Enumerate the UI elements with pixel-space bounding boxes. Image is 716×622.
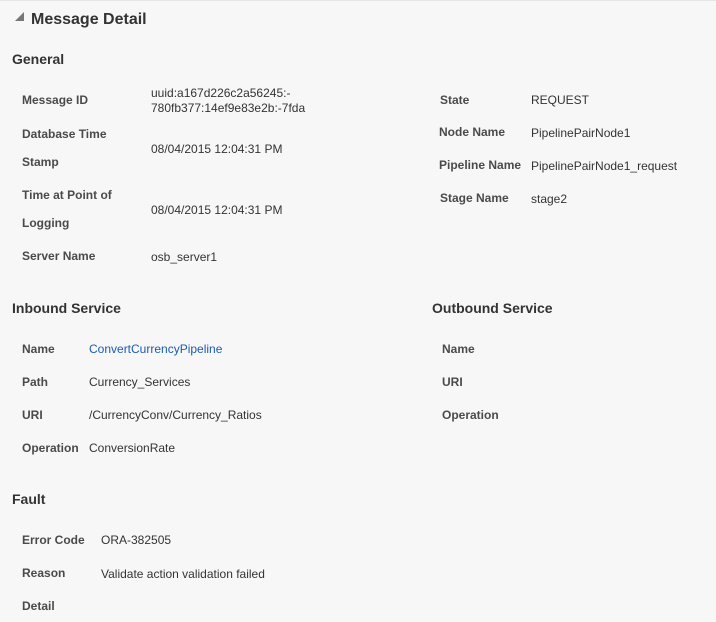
database-time-stamp-value: 08/04/2015 12:04:31 PM	[151, 142, 283, 156]
outbound-name-label: Name	[442, 342, 475, 356]
inbound-name-label: Name	[22, 342, 55, 356]
inbound-path-value: Currency_Services	[89, 375, 191, 389]
error-code-value: ORA-382505	[101, 533, 172, 547]
server-name-value: osb_server1	[151, 250, 218, 264]
reason-value: Validate action validation failed	[101, 567, 265, 581]
pipeline-name-label: Pipeline Name	[439, 158, 522, 172]
message-id-label: Message ID	[22, 93, 89, 107]
detail-label: Detail	[22, 599, 55, 613]
inbound-uri-label: URI	[22, 408, 43, 422]
inbound-path-label: Path	[22, 375, 49, 389]
error-code-label: Error Code	[22, 533, 85, 547]
server-name-label: Server Name	[22, 249, 96, 263]
inbound-operation-value: ConversionRate	[89, 441, 176, 455]
pipeline-name-value: PipelinePairNode1_request	[531, 159, 678, 173]
node-name-value: PipelinePairNode1	[531, 126, 631, 140]
state-label: State	[440, 93, 470, 107]
top-divider	[0, 0, 716, 1]
message-id-value-line2: 780fb377:14ef9e83e2b:-7fda	[151, 101, 306, 115]
inbound-name-link[interactable]: ConvertCurrencyPipeline	[89, 342, 222, 356]
outbound-uri-label: URI	[442, 375, 463, 389]
outbound-service-heading: Outbound Service	[432, 300, 553, 316]
node-name-label: Node Name	[439, 125, 506, 139]
database-time-stamp-label-line1: Database Time	[22, 127, 107, 141]
time-at-point-of-logging-label-line1: Time at Point of	[22, 188, 112, 202]
message-id-value-line1: uuid:a167d226c2a56245:-	[151, 86, 291, 100]
fault-heading: Fault	[12, 491, 46, 507]
stage-name-value: stage2	[531, 192, 568, 206]
time-at-point-of-logging-value: 08/04/2015 12:04:31 PM	[151, 203, 283, 217]
reason-label: Reason	[22, 566, 66, 580]
page-title: Message Detail	[31, 11, 147, 28]
database-time-stamp-label-line2: Stamp	[22, 155, 59, 169]
outbound-operation-label: Operation	[442, 408, 499, 422]
time-at-point-of-logging-label-line2: Logging	[22, 216, 70, 230]
general-heading: General	[12, 51, 65, 67]
stage-name-label: Stage Name	[440, 191, 509, 205]
collapse-triangle-icon[interactable]	[15, 12, 24, 21]
state-value: REQUEST	[531, 93, 590, 107]
inbound-uri-value: /CurrencyConv/Currency_Ratios	[89, 408, 262, 422]
inbound-service-heading: Inbound Service	[12, 300, 121, 316]
inbound-operation-label: Operation	[22, 441, 79, 455]
